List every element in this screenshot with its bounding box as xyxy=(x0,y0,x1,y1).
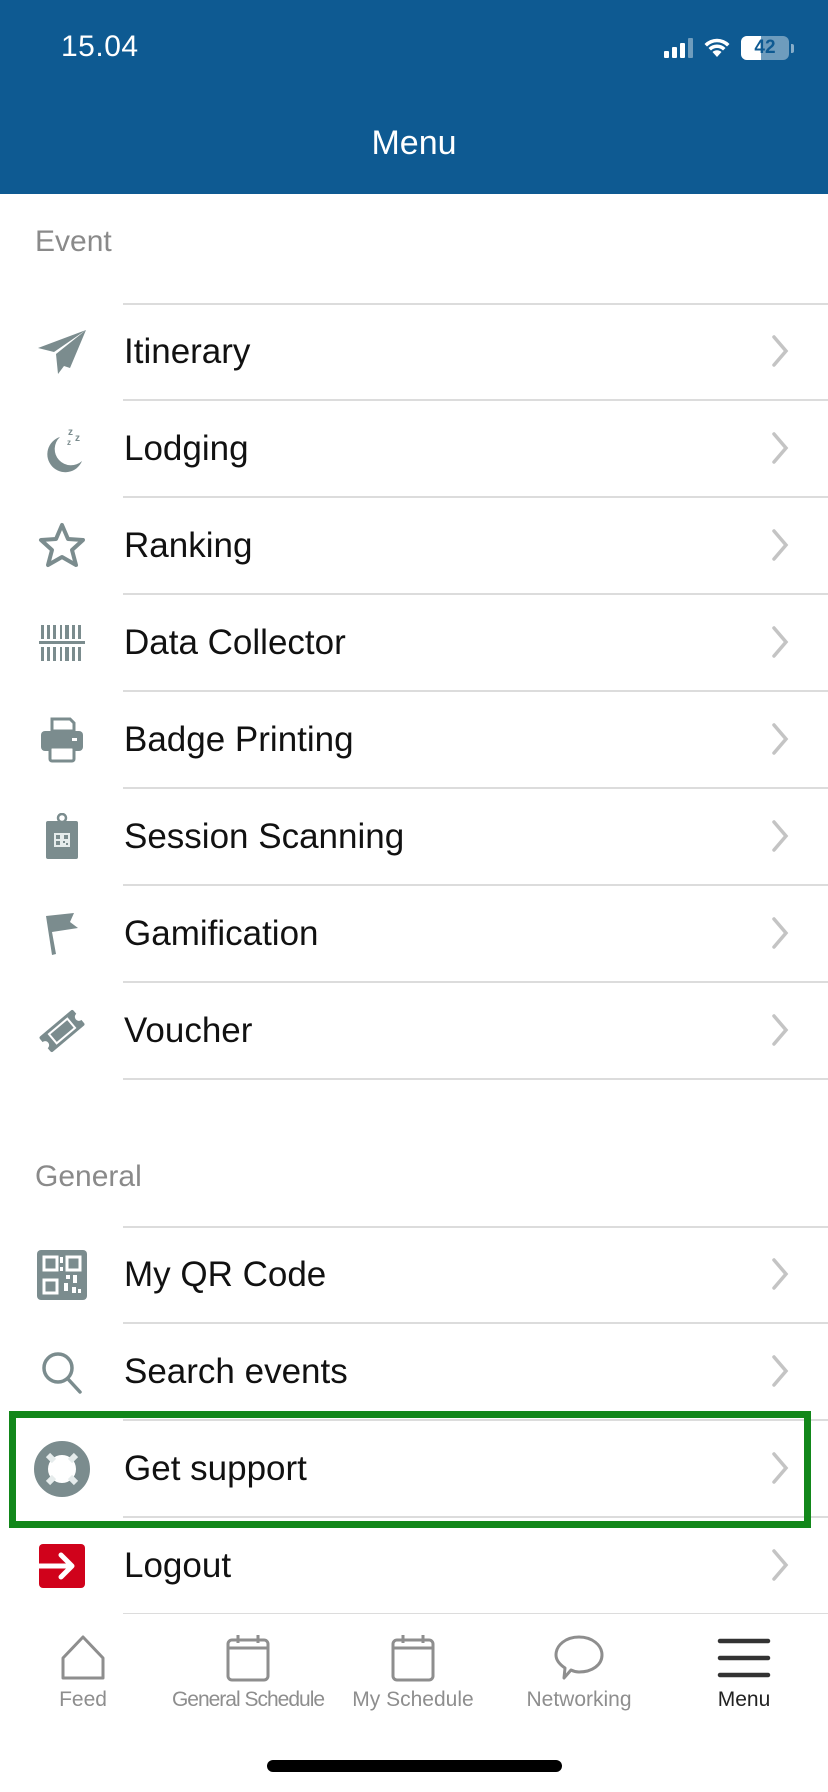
chevron-right-icon xyxy=(772,1549,789,1581)
tab-label: Feed xyxy=(59,1688,107,1711)
tab-general-schedule[interactable]: General Schedule xyxy=(165,1614,331,1734)
divider xyxy=(123,1078,828,1080)
logout-icon xyxy=(34,1541,90,1591)
chevron-right-icon xyxy=(772,1014,789,1046)
app-header: 15.04 42 Menu xyxy=(0,0,828,194)
printer-icon xyxy=(34,715,90,765)
tab-my-schedule[interactable]: My Schedule xyxy=(330,1614,496,1734)
chat-bubble-icon xyxy=(554,1635,604,1680)
search-icon xyxy=(34,1347,90,1397)
menu-item-label: Gamification xyxy=(124,913,319,953)
menu-item-label: Logout xyxy=(124,1545,232,1585)
flag-icon xyxy=(34,909,90,959)
calendar-icon xyxy=(391,1635,435,1682)
menu-item-label: Itinerary xyxy=(124,331,251,371)
star-icon xyxy=(34,521,90,571)
divider xyxy=(123,1226,828,1228)
menu-item-session-scanning[interactable]: Session Scanning xyxy=(0,788,828,886)
menu-item-search-events[interactable]: Search events xyxy=(0,1323,828,1421)
menu-item-label: Search events xyxy=(124,1351,348,1391)
tab-label: My Schedule xyxy=(352,1688,474,1711)
home-indicator xyxy=(267,1760,562,1772)
menu-item-label: My QR Code xyxy=(124,1254,327,1294)
hamburger-menu-icon xyxy=(717,1638,771,1678)
svg-text:z: z xyxy=(68,427,73,438)
wifi-icon xyxy=(704,38,730,57)
tab-label: Menu xyxy=(717,1688,771,1711)
menu-item-my-qr-code[interactable]: My QR Code xyxy=(0,1226,828,1324)
clipboard-qr-icon xyxy=(34,812,90,862)
status-time: 15.04 xyxy=(61,30,139,63)
menu-item-label: Voucher xyxy=(124,1010,253,1050)
chevron-right-icon xyxy=(772,917,789,949)
moon-sleep-icon: zzz xyxy=(34,424,90,474)
menu-item-logout[interactable]: Logout xyxy=(0,1517,828,1615)
lifebuoy-icon xyxy=(34,1441,90,1497)
tab-menu[interactable]: Menu xyxy=(661,1614,827,1734)
battery-percent: 42 xyxy=(754,37,776,58)
ticket-icon xyxy=(34,1006,90,1056)
menu-item-ranking[interactable]: Ranking xyxy=(0,497,828,595)
qr-code-icon xyxy=(34,1250,90,1300)
chevron-right-icon xyxy=(772,1452,789,1484)
menu-item-lodging[interactable]: zzz Lodging xyxy=(0,400,828,498)
menu-item-label: Badge Printing xyxy=(124,719,354,759)
chevron-right-icon xyxy=(772,529,789,561)
menu-item-label: Lodging xyxy=(124,428,249,468)
svg-text:z: z xyxy=(67,438,71,447)
menu-item-label: Data Collector xyxy=(124,622,346,662)
svg-text:z: z xyxy=(75,433,80,444)
section-label-general: General xyxy=(35,1160,142,1193)
tab-feed[interactable]: Feed xyxy=(0,1614,166,1734)
status-icons: 42 xyxy=(664,36,794,60)
menu-item-data-collector[interactable]: Data Collector xyxy=(0,594,828,692)
divider xyxy=(123,303,828,305)
menu-item-label: Get support xyxy=(124,1448,307,1488)
menu-item-label: Ranking xyxy=(124,525,253,565)
barcode-icon xyxy=(34,618,90,668)
calendar-icon xyxy=(226,1635,270,1682)
chevron-right-icon xyxy=(772,1355,789,1387)
battery-tip xyxy=(791,43,794,53)
chevron-right-icon xyxy=(772,723,789,755)
tab-label: Networking xyxy=(526,1688,632,1711)
menu-item-itinerary[interactable]: Itinerary xyxy=(0,303,828,401)
page-title: Menu xyxy=(371,124,457,162)
battery-icon: 42 xyxy=(741,36,789,60)
section-label-event: Event xyxy=(35,225,112,258)
chevron-right-icon xyxy=(772,432,789,464)
cellular-signal-icon xyxy=(664,38,693,58)
menu-item-badge-printing[interactable]: Badge Printing xyxy=(0,691,828,789)
chevron-right-icon xyxy=(772,1258,789,1290)
tab-networking[interactable]: Networking xyxy=(496,1614,662,1734)
menu-item-gamification[interactable]: Gamification xyxy=(0,885,828,983)
menu-item-label: Session Scanning xyxy=(124,816,405,856)
chevron-right-icon xyxy=(772,335,789,367)
tab-label: General Schedule xyxy=(171,1688,325,1711)
chevron-right-icon xyxy=(772,626,789,658)
menu-item-voucher[interactable]: Voucher xyxy=(0,982,828,1080)
home-icon xyxy=(61,1635,105,1680)
paper-plane-icon xyxy=(34,327,90,377)
chevron-right-icon xyxy=(772,820,789,852)
menu-item-get-support[interactable]: Get support xyxy=(0,1420,828,1518)
